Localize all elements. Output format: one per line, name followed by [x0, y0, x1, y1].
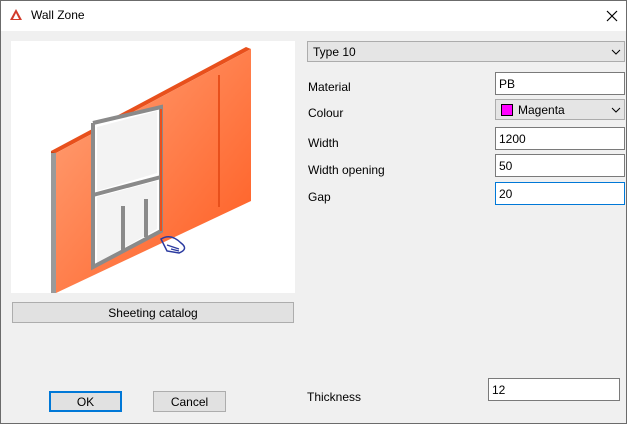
chevron-down-icon — [611, 49, 621, 55]
close-button[interactable] — [597, 1, 626, 30]
width-label: Width — [308, 136, 339, 150]
ok-button[interactable]: OK — [49, 391, 122, 412]
colour-swatch — [501, 104, 513, 116]
thickness-field[interactable]: 12 — [488, 378, 620, 401]
wall-preview-image — [11, 41, 295, 293]
chevron-down-icon — [611, 107, 621, 113]
type-select-value: Type 10 — [313, 45, 356, 59]
material-label: Material — [308, 80, 351, 94]
window-title: Wall Zone — [31, 8, 85, 22]
material-field[interactable]: PB — [495, 72, 625, 95]
thickness-value: 12 — [492, 383, 506, 397]
gap-value: 20 — [499, 187, 513, 201]
thickness-label: Thickness — [307, 390, 362, 404]
gap-label: Gap — [308, 190, 331, 204]
colour-value: Magenta — [518, 103, 565, 117]
colour-select[interactable]: Magenta — [495, 99, 625, 120]
title-bar: Wall Zone — [1, 1, 626, 31]
cancel-button[interactable]: Cancel — [153, 391, 226, 412]
width-opening-label: Width opening — [308, 163, 385, 177]
app-logo-icon — [9, 8, 23, 22]
material-value: PB — [499, 77, 516, 91]
width-opening-value: 50 — [499, 159, 513, 173]
gap-field[interactable]: 20 — [495, 182, 625, 205]
width-field[interactable]: 1200 — [495, 127, 625, 150]
colour-label: Colour — [308, 106, 344, 120]
wall-zone-dialog: Wall Zone Sheeting catalog Type 10 Mater… — [0, 0, 627, 424]
close-icon — [606, 10, 617, 21]
width-value: 1200 — [499, 132, 526, 146]
type-select[interactable]: Type 10 — [307, 41, 625, 62]
sheeting-catalog-button[interactable]: Sheeting catalog — [12, 302, 294, 323]
width-opening-field[interactable]: 50 — [495, 154, 625, 177]
